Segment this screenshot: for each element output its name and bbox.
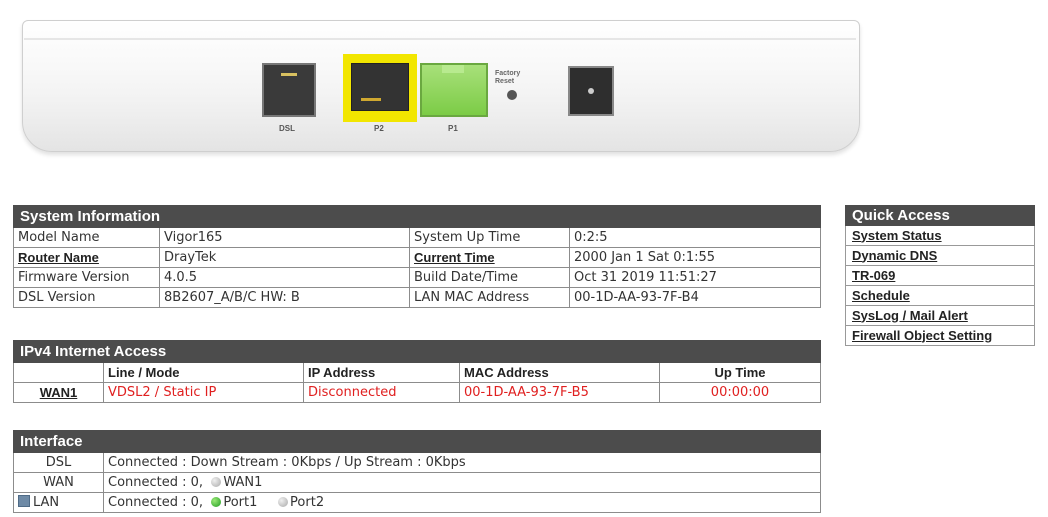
current-time-link[interactable]: Current Time (414, 250, 495, 265)
factory-reset-label: Factory Reset (495, 70, 521, 85)
table-row: Model Name Vigor165 System Up Time 0:2:5 (13, 227, 821, 248)
table-row: DSL Version 8B2607_A/B/C HW: B LAN MAC A… (13, 287, 821, 308)
ipv4-internet-access-table: IPv4 Internet Access Line / Mode IP Addr… (13, 340, 821, 403)
lan-interface-status-cell: Connected : 0, Port1 Port2 (103, 492, 821, 513)
lan-mac-value: 00-1D-AA-93-7F-B4 (569, 287, 821, 308)
col-up-time: Up Time (659, 362, 821, 383)
wan1-port-label: WAN1 (223, 475, 263, 490)
table-row: WAN Connected : 0, WAN1 (13, 472, 821, 493)
lan-mac-label: LAN MAC Address (409, 287, 570, 308)
p1-port[interactable] (420, 63, 488, 117)
dsl-version-label: DSL Version (13, 287, 160, 308)
wan1-mac-address: 00-1D-AA-93-7F-B5 (459, 382, 660, 403)
firmware-version-label: Firmware Version (13, 267, 160, 288)
p1-port-label: P1 (448, 124, 458, 133)
power-jack (568, 66, 614, 116)
lan-interface-name-cell: LAN (13, 492, 104, 513)
system-information-title: System Information (13, 205, 821, 228)
dsl-interface-name: DSL (13, 452, 104, 473)
build-date-value: Oct 31 2019 11:51:27 (569, 267, 821, 288)
system-information-table: System Information Model Name Vigor165 S… (13, 205, 821, 308)
interface-title: Interface (13, 430, 821, 453)
wan1-status-led-icon (211, 477, 222, 487)
interface-table: Interface DSL Connected : Down Stream : … (13, 430, 821, 513)
quick-access-syslog-mail-alert[interactable]: SysLog / Mail Alert (852, 308, 968, 323)
table-row: DSL Connected : Down Stream : 0Kbps / Up… (13, 452, 821, 473)
model-name-value: Vigor165 (159, 227, 410, 248)
p2-port[interactable] (343, 54, 417, 122)
build-date-label: Build Date/Time (409, 267, 570, 288)
ipv4-title: IPv4 Internet Access (13, 340, 821, 363)
table-header-row: Line / Mode IP Address MAC Address Up Ti… (13, 362, 821, 383)
quick-access-schedule[interactable]: Schedule (852, 288, 910, 303)
wan-interface-status-cell: Connected : 0, WAN1 (103, 472, 821, 493)
table-row: LAN Connected : 0, Port1 Port2 (13, 492, 821, 513)
quick-access-system-status[interactable]: System Status (852, 228, 942, 243)
quick-access-firewall-object-setting[interactable]: Firewall Object Setting (852, 328, 992, 343)
dsl-port-label: DSL (279, 124, 295, 133)
wan1-link[interactable]: WAN1 (40, 385, 78, 400)
col-mac-address: MAC Address (459, 362, 660, 383)
wan1-line-mode: VDSL2 / Static IP (103, 382, 304, 403)
wan1-ip-address: Disconnected (303, 382, 460, 403)
system-up-time-value: 0:2:5 (569, 227, 821, 248)
port2-status-led-icon (278, 497, 289, 507)
model-name-label: Model Name (13, 227, 160, 248)
table-row: Firmware Version 4.0.5 Build Date/Time O… (13, 267, 821, 288)
dsl-interface-status: Connected : Down Stream : 0Kbps / Up Str… (103, 452, 821, 473)
lan-interface-name: LAN (33, 495, 60, 510)
quick-access-dynamic-dns[interactable]: Dynamic DNS (852, 248, 937, 263)
system-up-time-label: System Up Time (409, 227, 570, 248)
col-ip-address: IP Address (303, 362, 460, 383)
port1-label: Port1 (223, 495, 258, 510)
quick-access-tr069[interactable]: TR-069 (852, 268, 895, 283)
wan1-up-time: 00:00:00 (659, 382, 821, 403)
table-row: WAN1 VDSL2 / Static IP Disconnected 00-1… (13, 382, 821, 403)
wan-interface-status: Connected : 0, (108, 475, 204, 490)
router-name-link[interactable]: Router Name (18, 250, 99, 265)
current-time-value: 2000 Jan 1 Sat 0:1:55 (569, 247, 821, 268)
router-name-value: DrayTek (159, 247, 410, 268)
wan-interface-name: WAN (13, 472, 104, 493)
panel-rail (24, 38, 856, 40)
lan-interface-status: Connected : 0, (108, 495, 204, 510)
expand-plus-icon[interactable] (18, 495, 30, 507)
quick-access-title: Quick Access (845, 205, 1035, 226)
table-row: Router Name DrayTek Current Time 2000 Ja… (13, 247, 821, 268)
factory-reset-button[interactable] (507, 90, 517, 100)
p2-port-label: P2 (374, 124, 384, 133)
firmware-version-value: 4.0.5 (159, 267, 410, 288)
router-panel: DSL P2 P1 Factory Reset (22, 14, 860, 154)
dsl-version-value: 8B2607_A/B/C HW: B (159, 287, 410, 308)
quick-access-table: Quick Access System Status Dynamic DNS T… (845, 205, 1035, 346)
port2-label: Port2 (290, 495, 325, 510)
col-line-mode: Line / Mode (103, 362, 304, 383)
port1-status-led-icon (211, 497, 222, 507)
dsl-port[interactable] (262, 63, 316, 117)
